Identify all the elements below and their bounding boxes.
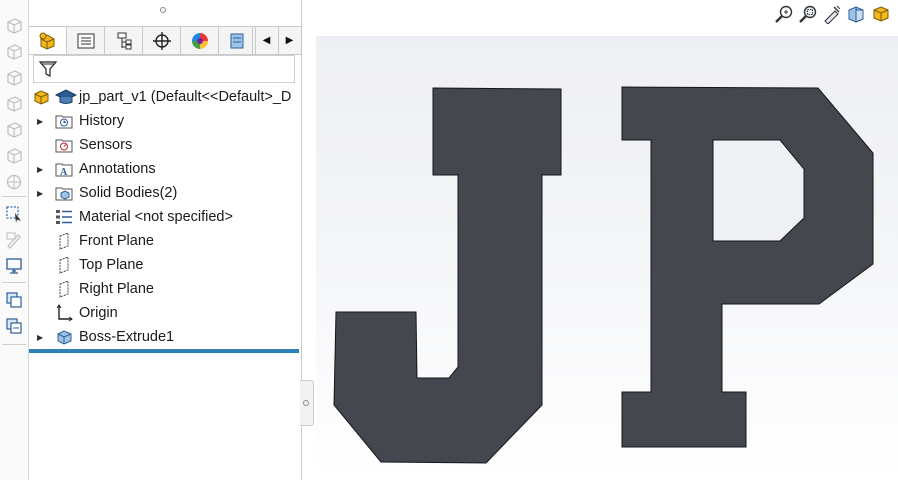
tree-item-origin[interactable]: Origin	[29, 302, 301, 324]
cube-view-icon[interactable]	[4, 68, 24, 88]
tab-scroll-right-button[interactable]: ▶	[278, 27, 300, 54]
tree-filter-input[interactable]	[33, 55, 295, 83]
panel-resize-grip[interactable]	[160, 7, 166, 13]
tab-property-manager[interactable]	[67, 27, 105, 54]
toolbar-divider	[2, 344, 26, 345]
cube-view-icon[interactable]	[4, 94, 24, 114]
tree-item-boss-extrude1[interactable]: ▶ Boss-Extrude1	[29, 326, 301, 348]
plane-icon	[59, 256, 69, 274]
section-view-icon[interactable]	[846, 4, 866, 24]
edit-sketch-icon[interactable]	[4, 230, 24, 250]
tree-item-label: Top Plane	[79, 257, 144, 273]
toolbar-divider	[2, 282, 26, 283]
left-command-toolbar	[0, 0, 29, 480]
tree-item-solid-bodies[interactable]: ▶ Solid Bodies(2)	[29, 182, 301, 204]
sensors-folder-icon	[55, 139, 73, 153]
tree-item-label: Front Plane	[79, 233, 154, 249]
property-manager-icon	[77, 33, 94, 48]
feature-manager-icon	[39, 32, 54, 50]
manager-tab-bar: ◀ ▶	[29, 26, 301, 55]
tree-item-material[interactable]: Material <not specified>	[29, 206, 301, 228]
tree-item-label: History	[79, 113, 125, 129]
tab-scroll-left-button[interactable]: ◀	[255, 27, 277, 54]
triangle-left-icon: ◀	[262, 35, 271, 46]
svg-text:A: A	[60, 167, 68, 178]
plane-icon	[59, 232, 69, 250]
solid-bodies-folder-icon	[55, 187, 73, 201]
letter-p-counter	[712, 139, 805, 242]
tree-item-front-plane[interactable]: Front Plane	[29, 230, 301, 252]
monitor-view-icon[interactable]	[4, 256, 24, 276]
cam-manager-icon	[230, 33, 243, 48]
expand-arrow-icon[interactable]: ▶	[37, 117, 45, 126]
cube-view-icon[interactable]	[4, 120, 24, 140]
tree-item-label: Right Plane	[79, 281, 154, 297]
zoom-to-area-icon[interactable]	[798, 4, 818, 24]
cube-view-icon[interactable]	[4, 146, 24, 166]
tab-feature-manager[interactable]	[29, 27, 67, 54]
tree-item-label: Solid Bodies(2)	[79, 185, 178, 201]
tree-item-label: Annotations	[79, 161, 156, 177]
crosshair-icon	[152, 31, 171, 50]
funnel-icon[interactable]	[38, 59, 58, 79]
tree-item-label: Boss-Extrude1	[79, 329, 175, 345]
tree-root-label: jp_part_v1 (Default<<Default>_D	[79, 89, 292, 105]
zoom-to-fit-icon[interactable]	[774, 4, 794, 24]
sphere-view-icon[interactable]	[4, 172, 24, 192]
tree-item-history[interactable]: ▶ History	[29, 110, 301, 132]
panel-collapse-handle[interactable]	[300, 380, 314, 426]
cube-view-icon[interactable]	[4, 42, 24, 62]
tree-item-annotations[interactable]: ▶ A Annotations	[29, 158, 301, 180]
paste-layers-icon[interactable]	[4, 316, 24, 336]
tab-configuration-manager[interactable]	[105, 27, 143, 54]
extrude-feature-icon	[57, 330, 72, 345]
graphics-viewport[interactable]	[316, 36, 898, 480]
color-wheel-icon	[191, 32, 208, 49]
plane-icon	[59, 280, 69, 298]
grip-dot-icon	[303, 400, 309, 406]
triangle-right-icon: ▶	[285, 35, 294, 46]
tree-item-label: Material <not specified>	[79, 209, 233, 225]
tree-item-label: Sensors	[79, 137, 133, 153]
expand-arrow-icon[interactable]: ▶	[37, 333, 45, 342]
tree-root-part[interactable]: jp_part_v1 (Default<<Default>_D	[29, 86, 301, 108]
copy-layers-icon[interactable]	[4, 290, 24, 310]
letter-j-body[interactable]	[333, 87, 562, 464]
history-folder-icon	[55, 115, 73, 129]
feature-manager-panel: ◀ ▶ jp_part_v1 (Default<<Default>_D ▶ Hi…	[29, 0, 302, 480]
configuration-manager-icon	[117, 32, 131, 49]
toolbar-divider	[2, 196, 26, 197]
cube-view-icon[interactable]	[4, 16, 24, 36]
part-icon	[34, 90, 49, 105]
rollback-bar[interactable]	[29, 349, 299, 353]
material-icon	[56, 210, 72, 224]
expand-arrow-icon[interactable]: ▶	[37, 189, 45, 198]
tab-display-manager[interactable]	[181, 27, 219, 54]
previous-view-icon[interactable]	[822, 4, 842, 24]
tree-item-right-plane[interactable]: Right Plane	[29, 278, 301, 300]
3d-model-jp[interactable]	[316, 36, 898, 480]
select-box-icon[interactable]	[4, 204, 24, 224]
tree-item-sensors[interactable]: Sensors	[29, 134, 301, 156]
graduation-cap-icon	[55, 89, 77, 104]
expand-arrow-icon[interactable]: ▶	[37, 165, 45, 174]
annotations-folder-icon: A	[55, 163, 73, 178]
heads-up-view-toolbar	[768, 0, 898, 30]
tree-item-label: Origin	[79, 305, 118, 321]
tree-item-top-plane[interactable]: Top Plane	[29, 254, 301, 276]
view-orientation-icon[interactable]	[870, 4, 890, 24]
tab-cam-manager[interactable]	[219, 27, 253, 54]
tab-dimxpert-manager[interactable]	[143, 27, 181, 54]
origin-icon	[56, 304, 73, 322]
